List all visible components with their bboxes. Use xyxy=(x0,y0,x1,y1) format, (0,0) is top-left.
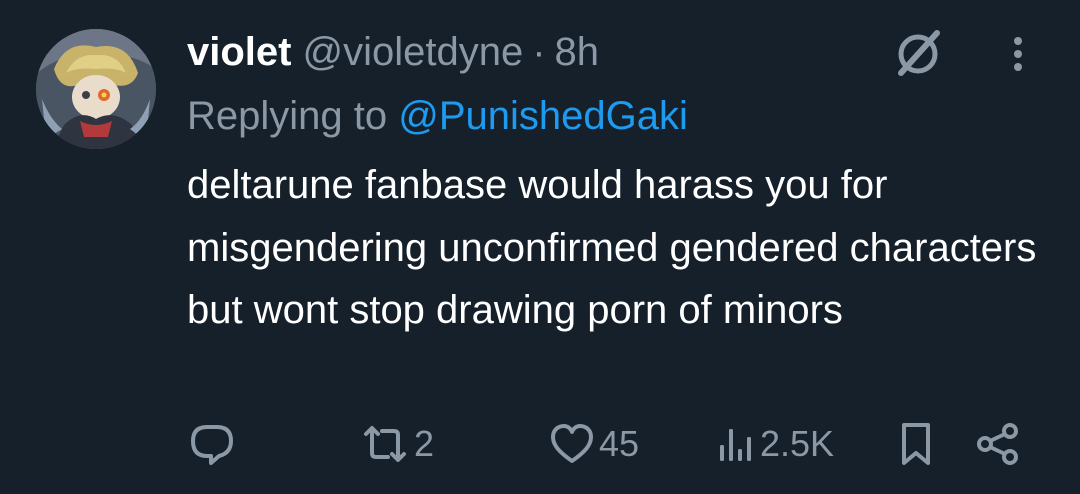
action-bar: 2 45 2.5K xyxy=(0,416,1080,472)
tweet-header: violet @violetdyne · 8h xyxy=(187,24,599,80)
display-name[interactable]: violet xyxy=(187,24,291,80)
timestamp[interactable]: 8h xyxy=(555,24,600,80)
replying-to-line: Replying to @PunishedGaki xyxy=(187,88,688,144)
like-count: 45 xyxy=(599,423,640,464)
reply-icon xyxy=(187,419,237,469)
heart-icon xyxy=(549,421,595,467)
reply-button[interactable] xyxy=(187,416,237,472)
bookmark-button[interactable] xyxy=(896,416,936,472)
header-icons xyxy=(890,26,1022,82)
user-handle[interactable]: @violetdyne xyxy=(302,24,523,80)
like-button[interactable]: 45 xyxy=(549,416,639,472)
share-button[interactable] xyxy=(973,416,1023,472)
repost-count: 2 xyxy=(414,423,435,464)
more-icon[interactable] xyxy=(1002,26,1034,82)
share-icon xyxy=(973,419,1023,469)
avatar[interactable] xyxy=(36,29,156,149)
grok-icon[interactable] xyxy=(890,26,946,82)
view-count: 2.5K xyxy=(760,423,835,464)
replying-to-mention[interactable]: @PunishedGaki xyxy=(398,94,688,138)
separator-dot: · xyxy=(532,30,546,74)
repost-icon xyxy=(360,419,410,469)
bookmark-icon xyxy=(896,419,936,469)
tweet[interactable]: violet @violetdyne · 8h Replying to @Pun… xyxy=(0,0,1080,494)
views-button[interactable]: 2.5K xyxy=(716,416,834,472)
tweet-text: deltarune fanbase would harass you for m… xyxy=(187,163,1037,332)
repost-button[interactable]: 2 xyxy=(360,416,434,472)
views-icon xyxy=(716,421,756,467)
replying-prefix: Replying to xyxy=(187,94,388,138)
